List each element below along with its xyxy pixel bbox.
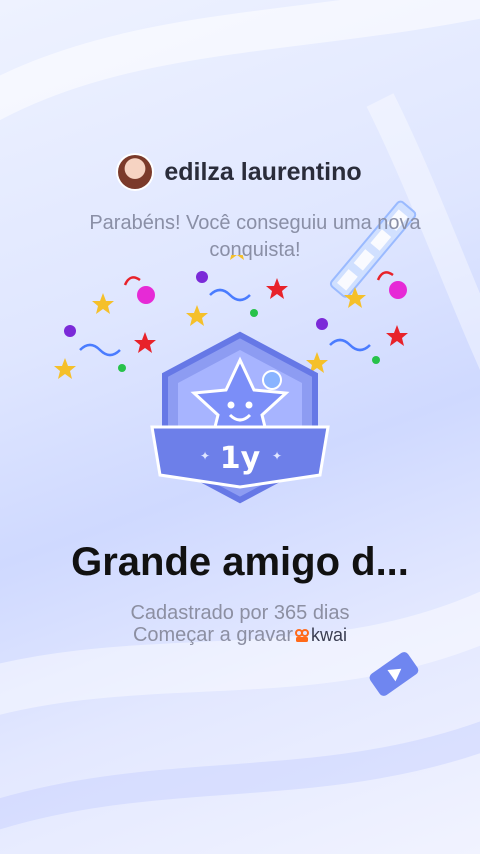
kwai-icon	[295, 628, 310, 642]
user-header: edilza laurentino	[0, 155, 480, 189]
svg-text:✦: ✦	[200, 449, 210, 463]
achievement-title: Grande amigo d...	[71, 540, 409, 584]
username: edilza laurentino	[164, 157, 362, 186]
avatar[interactable]	[118, 155, 153, 189]
achievement-badge: 1y ✦ ✦	[54, 255, 408, 504]
badge-shield: 1y ✦ ✦	[150, 331, 330, 504]
start-recording-text[interactable]: Começar a gravar	[133, 624, 293, 647]
kwai-logo: kwai	[295, 625, 347, 646]
badge-year-label: 1y	[220, 441, 261, 476]
brand-name: kwai	[311, 625, 348, 645]
record-row: Começar a gravar kwai	[0, 624, 480, 647]
play-ticket-icon	[369, 652, 419, 696]
registered-days-text: Cadastrado por 365 dias	[130, 602, 350, 624]
svg-text:✦: ✦	[272, 449, 282, 463]
